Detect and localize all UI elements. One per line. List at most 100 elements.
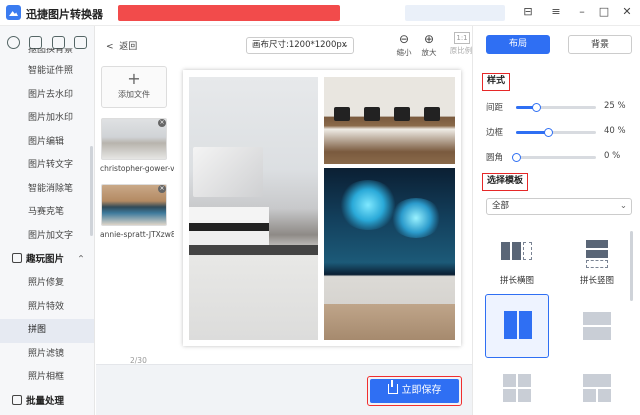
close-button[interactable]: ✕ (619, 4, 635, 20)
tab-layout[interactable]: 布局 (486, 35, 550, 54)
ratio-box: 1:1 (454, 32, 470, 44)
zoom-in-label: 放大 (421, 48, 437, 57)
zoom-in-button[interactable]: ⊕ 放大 (417, 31, 441, 58)
save-button[interactable]: 立即保存 (367, 376, 462, 406)
layout-horizontal-icon (501, 240, 533, 270)
sidebar-item-effects[interactable]: 照片特效 (0, 296, 94, 320)
sidebar-group-batch-label: 批量处理 (26, 395, 65, 407)
canvas-size-select[interactable]: 画布尺寸:1200*1200px ⌄ (246, 37, 354, 54)
collage-cell-left[interactable] (189, 77, 318, 340)
template-label: 拼长横图 (499, 276, 534, 286)
sidebar-item-restore[interactable]: 照片修复 (0, 272, 94, 296)
download-icon (387, 380, 398, 394)
chevron-down-icon: ⌄ (619, 201, 627, 211)
template-mixed[interactable] (565, 366, 629, 415)
file-thumbnail[interactable]: × (101, 184, 167, 226)
spacing-slider[interactable] (516, 103, 596, 112)
template-filter-select[interactable]: 全部 ⌄ (486, 198, 632, 215)
template-label: 拼长竖图 (579, 276, 614, 286)
file-name: annie-spratt-JTXzw8-... (100, 230, 174, 239)
books-image (189, 207, 269, 247)
menu-icon[interactable]: ≡ (548, 4, 564, 20)
radius-slider-row: 圆角 0 % (486, 150, 636, 164)
file-list: + 添加文件 × christopher-gower-v4... × annie… (96, 61, 174, 361)
plus-icon: + (127, 69, 141, 88)
sidebar-item-edit[interactable]: 图片编辑 (0, 131, 94, 155)
minimize-button[interactable]: – (574, 4, 590, 20)
maximize-button[interactable]: □ (596, 4, 612, 20)
template-two-columns[interactable] (485, 294, 549, 358)
sidebar-item-mosaic[interactable]: 马赛克笔 (0, 201, 94, 225)
spacing-slider-row: 间距 25 % (486, 100, 636, 114)
remove-icon[interactable]: × (158, 185, 166, 193)
sidebar-group-fun[interactable]: 趣玩图片 ⌃ (0, 248, 94, 272)
sidebar-nav: 抠图换背景 智能证件照 图片去水印 图片加水印 图片编辑 图片转文字 智能消除笔… (0, 48, 94, 414)
fun-icon (12, 253, 22, 263)
template-two-rows[interactable] (565, 298, 629, 354)
skin-icon[interactable]: ⊟ (520, 4, 536, 20)
settings-panel: 布局 背景 样式 间距 25 % 边框 40 % 圆角 0 % 选择模板 全部 … (472, 26, 640, 415)
slider-handle[interactable] (532, 103, 541, 112)
sidebar-item-add-text[interactable]: 图片加文字 (0, 225, 94, 249)
add-file-label: 添加文件 (118, 90, 150, 99)
collage-cell-bottom-right[interactable] (324, 168, 455, 340)
splash-image (338, 180, 398, 230)
redacted-banner (118, 5, 340, 21)
batch-icon (12, 394, 22, 405)
slider-handle[interactable] (544, 128, 553, 137)
spacing-label: 间距 (486, 103, 504, 113)
template-section-title: 选择模板 (482, 173, 529, 191)
add-file-button[interactable]: + 添加文件 (101, 66, 167, 108)
splash-image (390, 198, 442, 238)
user-area[interactable] (405, 5, 505, 21)
camera-image (394, 107, 410, 121)
sidebar-item-frame[interactable]: 照片相框 (0, 366, 94, 390)
remove-icon[interactable]: × (158, 119, 166, 127)
border-slider-row: 边框 40 % (486, 125, 636, 139)
camera-image (334, 107, 350, 121)
chevron-left-icon: < (106, 42, 114, 52)
sidebar-item-filter[interactable]: 照片滤镜 (0, 343, 94, 367)
border-value: 40 % (604, 126, 626, 136)
collage-cell-top-right[interactable] (324, 77, 455, 164)
zoom-out-label: 缩小 (396, 48, 412, 57)
title-bar: 迅捷图片转换器 ⊟ ≡ – □ ✕ (0, 0, 640, 26)
sidebar-item-remove-watermark[interactable]: 图片去水印 (0, 84, 94, 108)
collage-preview[interactable] (183, 70, 461, 346)
panel-scrollbar[interactable] (630, 231, 633, 301)
layout-two-rows-icon (581, 312, 613, 342)
sidebar-item-ocr[interactable]: 图片转文字 (0, 154, 94, 178)
layout-mixed-icon (581, 374, 613, 404)
sidebar-scrollbar[interactable] (90, 146, 93, 236)
camera-image (364, 107, 380, 121)
sidebar-item-eraser[interactable]: 智能消除笔 (0, 178, 94, 202)
sidebar-item-cutout[interactable]: 抠图换背景 (0, 48, 94, 60)
save-label: 立即保存 (401, 385, 442, 396)
tab-background[interactable]: 背景 (568, 35, 632, 54)
slider-handle[interactable] (512, 153, 521, 162)
file-thumbnail[interactable]: × (101, 118, 167, 160)
border-slider[interactable] (516, 128, 596, 137)
zoom-out-button[interactable]: ⊖ 缩小 (392, 31, 416, 58)
radius-label: 圆角 (486, 153, 504, 163)
canvas-size-value: 画布尺寸:1200*1200px (252, 40, 347, 50)
back-label: 返回 (119, 42, 138, 52)
back-button[interactable]: < 返回 (106, 39, 137, 52)
sidebar: 抠图换背景 智能证件照 图片去水印 图片加水印 图片编辑 图片转文字 智能消除笔… (0, 26, 95, 415)
template-grid[interactable] (485, 366, 549, 415)
zoom-in-icon: ⊕ (423, 32, 435, 46)
camera-image (424, 107, 440, 121)
app-title: 迅捷图片转换器 (26, 8, 103, 21)
radius-slider[interactable] (512, 153, 596, 162)
template-long-horizontal[interactable]: 拼长横图 (485, 232, 549, 288)
sidebar-item-collage[interactable]: 拼图 (0, 319, 94, 343)
desk-image (324, 304, 455, 340)
sidebar-group-batch[interactable]: 批量处理 (0, 390, 94, 414)
main-area: < 返回 画布尺寸:1200*1200px ⌄ ⊖ 缩小 ⊕ 放大 1:1 原比… (96, 26, 472, 415)
sidebar-item-id-photo[interactable]: 智能证件照 (0, 60, 94, 84)
layout-vertical-icon (581, 240, 613, 270)
app-logo-icon (6, 5, 21, 20)
save-button-inner[interactable]: 立即保存 (370, 379, 459, 403)
template-long-vertical[interactable]: 拼长竖图 (565, 232, 629, 288)
sidebar-item-add-watermark[interactable]: 图片加水印 (0, 107, 94, 131)
